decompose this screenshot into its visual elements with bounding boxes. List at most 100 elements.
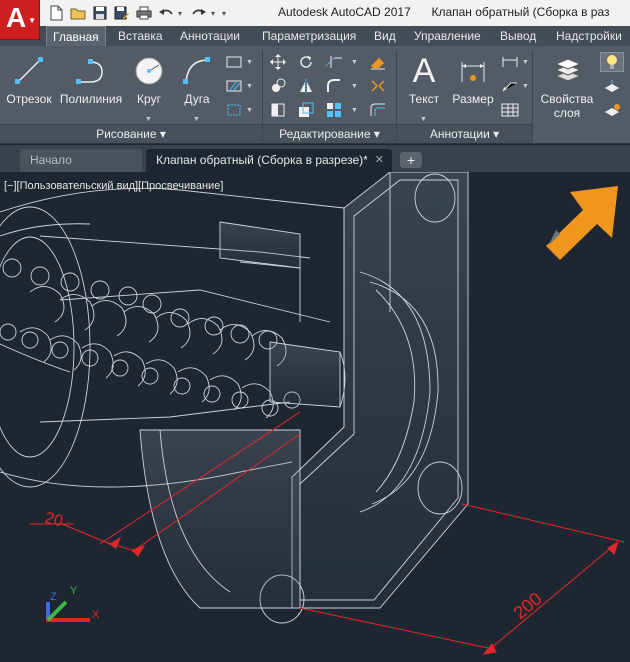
ucs-icon: Z Y X: [46, 585, 100, 622]
chevron-down-icon[interactable]: ▼: [246, 107, 253, 114]
arc-tool-label: Дуга: [184, 92, 210, 106]
polyline-tool-label: Полилиния: [59, 92, 123, 106]
chevron-down-icon[interactable]: ▼: [351, 107, 358, 114]
chevron-down-icon[interactable]: ▼: [351, 59, 358, 66]
circle-icon: [130, 50, 168, 92]
tab-annotate[interactable]: Аннотации: [174, 26, 246, 46]
save-icon[interactable]: [90, 4, 109, 22]
layer-tool-icon[interactable]: [600, 76, 624, 96]
tab-manage[interactable]: Управление: [408, 26, 487, 46]
rectangle-tool-icon[interactable]: [222, 52, 246, 72]
chevron-down-icon[interactable]: ▼: [145, 116, 152, 123]
tab-output[interactable]: Вывод: [494, 26, 542, 46]
explode-tool-icon[interactable]: [366, 76, 390, 96]
text-tool-label: Текст: [408, 92, 440, 106]
move-tool-icon[interactable]: [266, 52, 290, 72]
tab-view[interactable]: Вид: [368, 26, 402, 46]
ucs-x-label: X: [92, 609, 100, 621]
ucs-z-label: Z: [50, 591, 57, 603]
dimension-200-label: 200: [510, 588, 546, 623]
modify-panel-footer[interactable]: Редактирование ▾: [263, 124, 396, 143]
layers-icon: [536, 50, 598, 92]
trim-tool-icon[interactable]: [322, 52, 346, 72]
undo-dropdown-icon[interactable]: ▾: [178, 9, 186, 18]
app-name: Autodesk AutoCAD 2017: [278, 5, 411, 19]
document-tab[interactable]: Клапан обратный (Сборка в разрезе)* ✕: [146, 149, 392, 172]
application-menu-button[interactable]: A ▼: [0, 0, 40, 40]
drawing-viewport[interactable]: [−][Пользовательский вид][Просвечивание]: [0, 172, 630, 662]
rotate-tool-icon[interactable]: [294, 52, 318, 72]
valve-3d-model: [0, 172, 469, 624]
circle-tool-label: Круг: [137, 92, 161, 106]
tab-parametric[interactable]: Параметризация: [256, 26, 362, 46]
viewcube-icon: [546, 186, 618, 260]
quick-access-toolbar: ▾ ▾ ▾: [46, 4, 230, 22]
arc-tool-button[interactable]: Дуга ▼: [178, 50, 216, 123]
chevron-down-icon[interactable]: ▼: [351, 83, 358, 90]
print-icon[interactable]: [134, 4, 153, 22]
tab-insert[interactable]: Вставка: [112, 26, 169, 46]
erase-tool-icon[interactable]: [366, 52, 390, 72]
qa-customize-icon[interactable]: ▾: [222, 9, 230, 18]
copy-tool-icon[interactable]: [266, 76, 290, 96]
save-as-icon[interactable]: [112, 4, 131, 22]
line-tool-button[interactable]: Отрезок: [6, 50, 52, 118]
scale-tool-icon[interactable]: [294, 100, 318, 120]
document-tab-label: Клапан обратный (Сборка в разрезе)*: [156, 153, 368, 167]
viewport-controls[interactable]: [−][Пользовательский вид][Просвечивание]: [4, 180, 223, 192]
new-tab-button[interactable]: +: [400, 152, 422, 168]
spring-coils: [19, 286, 287, 419]
chevron-down-icon[interactable]: ▼: [193, 116, 200, 123]
document-title: Клапан обратный (Сборка в раз: [431, 5, 610, 19]
chevron-down-icon[interactable]: ▼: [522, 83, 529, 90]
stretch-tool-icon[interactable]: [266, 100, 290, 120]
hatch-tool-icon[interactable]: [222, 76, 246, 96]
dimension-tool-button[interactable]: Размер: [450, 50, 496, 118]
line-tool-label: Отрезок: [6, 92, 52, 106]
spring-balls: [0, 258, 301, 417]
fillet-tool-icon[interactable]: [322, 76, 346, 96]
ribbon-tab-bar: Главная Вставка Аннотации Параметризация…: [0, 26, 630, 46]
polyline-tool-button[interactable]: Полилиния: [58, 50, 124, 118]
start-tab[interactable]: Начало: [20, 149, 142, 172]
title-bar: ▾ ▾ ▾ Autodesk AutoCAD 2017 Клапан обрат…: [0, 0, 630, 26]
linear-dim-icon[interactable]: [498, 52, 522, 72]
array-tool-icon[interactable]: [322, 100, 346, 120]
tab-addins[interactable]: Надстройки: [550, 26, 628, 46]
chevron-down-icon[interactable]: ▼: [246, 83, 253, 90]
layer-properties-label-2: слоя: [553, 106, 581, 120]
line-icon: [6, 50, 52, 92]
text-icon: A: [412, 52, 436, 90]
chevron-down-icon[interactable]: ▼: [246, 59, 253, 66]
tab-home[interactable]: Главная: [46, 26, 106, 46]
new-icon[interactable]: [46, 4, 65, 22]
table-icon[interactable]: [498, 100, 522, 120]
draw-panel-footer[interactable]: Рисование ▾: [0, 124, 262, 143]
circle-tool-button[interactable]: Круг ▼: [130, 50, 168, 123]
dimension-20-label: 20: [43, 509, 65, 530]
window-title: Autodesk AutoCAD 2017 Клапан обратный (С…: [278, 5, 610, 19]
undo-icon[interactable]: [156, 4, 175, 22]
open-icon[interactable]: [68, 4, 87, 22]
leader-icon[interactable]: [498, 76, 522, 96]
layer-match-icon[interactable]: [600, 100, 624, 120]
redo-dropdown-icon[interactable]: ▾: [211, 9, 219, 18]
layer-properties-label-1: Свойства: [540, 92, 594, 106]
close-icon[interactable]: ✕: [375, 149, 384, 171]
offset-tool-icon[interactable]: [366, 100, 390, 120]
autocad-logo-icon: A: [6, 2, 27, 33]
lightbulb-icon[interactable]: [600, 52, 624, 72]
mirror-tool-icon[interactable]: [294, 76, 318, 96]
layer-properties-button[interactable]: Свойства слоя: [536, 50, 598, 120]
redo-icon[interactable]: [189, 4, 208, 22]
ucs-y-label: Y: [70, 585, 78, 597]
ribbon: Отрезок Полилиния Круг ▼ Дуга ▼ ▼ ▼ ▼ Ри…: [0, 46, 630, 144]
dimension-icon: [450, 50, 496, 92]
chevron-down-icon[interactable]: ▼: [522, 59, 529, 66]
drawing-canvas: 20 200 Z Y X: [0, 172, 625, 655]
text-tool-button[interactable]: A Текст ▼: [402, 50, 446, 123]
boundary-tool-icon[interactable]: [222, 100, 246, 120]
annotation-panel-footer[interactable]: Аннотации ▾: [397, 124, 532, 143]
panel-divider: [532, 50, 533, 142]
chevron-down-icon[interactable]: ▼: [420, 116, 427, 123]
